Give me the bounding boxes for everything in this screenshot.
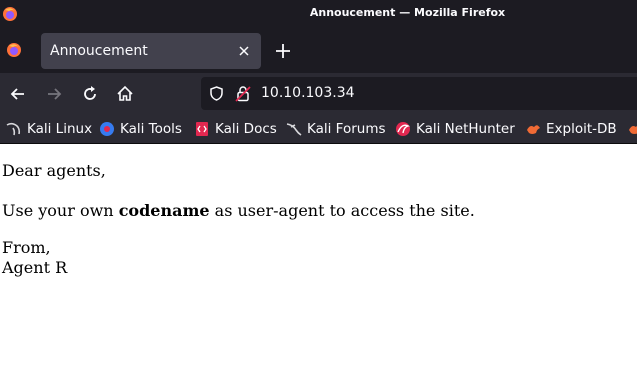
overflow-bookmark-icon — [629, 125, 637, 134]
bookmark-label: Kali Forums — [307, 121, 386, 137]
bookmark-label: Kali NetHunter — [416, 121, 515, 137]
tab-annoucement[interactable]: Annoucement — [41, 33, 261, 69]
bookmark-label: Exploit-DB — [546, 121, 617, 137]
codename-emphasis: codename — [118, 201, 210, 220]
message-text: Use your own codename as user-agent to a… — [2, 201, 475, 220]
exploit-db-icon — [527, 125, 540, 134]
tracking-protection-shield-icon[interactable] — [208, 85, 225, 102]
url-text: 10.10.103.34 — [261, 85, 355, 101]
kali-tools-icon — [100, 122, 114, 136]
window-titlebar: Annoucement — Mozilla Firefox — [0, 0, 637, 29]
page-content: Dear agents, Use your own codename as us… — [0, 145, 637, 376]
tab-label: Annoucement — [50, 43, 148, 59]
forward-arrow-icon[interactable] — [44, 84, 64, 104]
bookmark-label: Kali Linux — [27, 121, 93, 137]
kali-docs-icon — [196, 122, 208, 136]
close-icon[interactable] — [237, 44, 251, 58]
navigation-toolbar: 10.10.103.34 — [0, 73, 637, 114]
bookmarks-toolbar: Kali Linux Kali Tools Kali Docs Kali For… — [0, 114, 637, 144]
kali-nethunter-icon — [396, 122, 411, 136]
home-icon[interactable] — [115, 84, 135, 104]
reload-icon[interactable] — [80, 84, 100, 104]
kali-dragon-icon — [6, 122, 21, 136]
signature-text: Agent R — [2, 258, 68, 277]
bookmark-label: Kali Tools — [120, 121, 182, 137]
greeting-text: Dear agents, — [2, 161, 106, 180]
message-before: Use your own — [2, 201, 119, 220]
message-after: as user-agent to access the site. — [209, 201, 475, 220]
insecure-lock-icon[interactable] — [235, 85, 251, 102]
window-title: Annoucement — Mozilla Firefox — [309, 6, 506, 19]
tab-strip: Annoucement — [0, 29, 637, 73]
bookmark-label: Kali Docs — [215, 121, 277, 137]
kali-forums-icon — [286, 123, 302, 136]
back-arrow-icon[interactable] — [8, 84, 28, 104]
url-bar[interactable]: 10.10.103.34 — [201, 77, 637, 110]
new-tab-icon[interactable] — [274, 42, 292, 60]
closing-text: From, — [2, 238, 51, 257]
firefox-view-icon[interactable] — [6, 42, 22, 58]
